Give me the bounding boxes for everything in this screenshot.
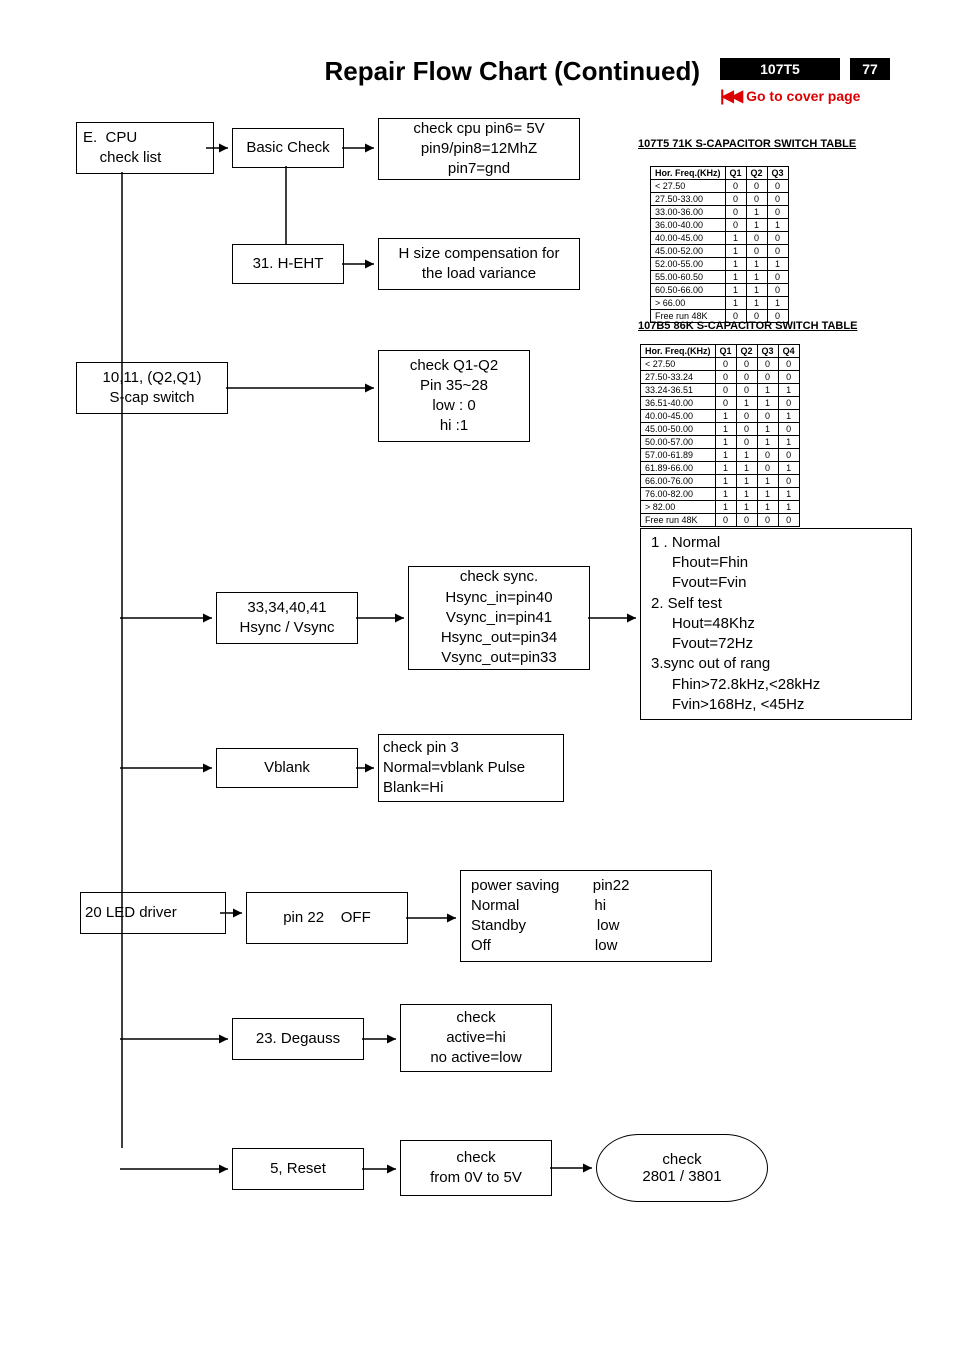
- box-sync-states: 1 . Normal Fhout=Fhin Fvout=Fvin 2. Self…: [640, 528, 912, 720]
- box-cpu-pins: check cpu pin6= 5V pin9/pin8=12MhZ pin7=…: [378, 118, 580, 180]
- box-degauss-check: check active=hi no active=low: [400, 1004, 552, 1072]
- box-basic-check: Basic Check: [232, 128, 344, 168]
- table-title-71k: 107T5 71K S-CAPACITOR SWITCH TABLE: [638, 138, 856, 150]
- box-hsync-vsync: 33,34,40,41 Hsync / Vsync: [216, 592, 358, 644]
- box-led-driver: 20 LED driver: [80, 892, 226, 934]
- box-pin22: pin 22 OFF: [246, 892, 408, 944]
- table-71k: Hor. Freq.(KHz)Q1Q2Q3< 27.5000027.50-33.…: [650, 166, 789, 323]
- box-degauss: 23. Degauss: [232, 1018, 364, 1060]
- box-reset: 5, Reset: [232, 1148, 364, 1190]
- page-number-badge: 77: [850, 58, 890, 80]
- box-e-cpu: E. CPU check list: [76, 122, 214, 174]
- cover-link-label: Go to cover page: [746, 88, 860, 104]
- box-vblank: Vblank: [216, 748, 358, 788]
- page-title: Repair Flow Chart (Continued): [0, 56, 700, 87]
- box-h-size: H size compensation for the load varianc…: [378, 238, 580, 290]
- box-q1q2: check Q1-Q2 Pin 35~28 low : 0 hi :1: [378, 350, 530, 442]
- box-vblank-check: check pin 3 Normal=vblank Pulse Blank=Hi: [378, 734, 564, 802]
- box-reset-check: check from 0V to 5V: [400, 1140, 552, 1196]
- box-scap-switch: 10,11, (Q2,Q1) S-cap switch: [76, 362, 228, 414]
- rewind-icon: |◀◀: [720, 86, 740, 106]
- box-power-saving: power saving pin22 Normal hi Standby low…: [460, 870, 712, 962]
- go-to-cover-link[interactable]: |◀◀ Go to cover page: [720, 86, 860, 106]
- box-check-sync: check sync. Hsync_in=pin40 Vsync_in=pin4…: [408, 566, 590, 670]
- table-86k: Hor. Freq.(KHz)Q1Q2Q3Q4< 27.50000027.50-…: [640, 344, 800, 527]
- model-badge: 107T5: [720, 58, 840, 80]
- terminator-check-2801: check 2801 / 3801: [596, 1134, 768, 1202]
- box-h-eht: 31. H-EHT: [232, 244, 344, 284]
- table-title-86k: 107B5 86K S-CAPACITOR SWITCH TABLE: [638, 320, 857, 332]
- page: Repair Flow Chart (Continued) 107T5 77 |…: [0, 0, 954, 1348]
